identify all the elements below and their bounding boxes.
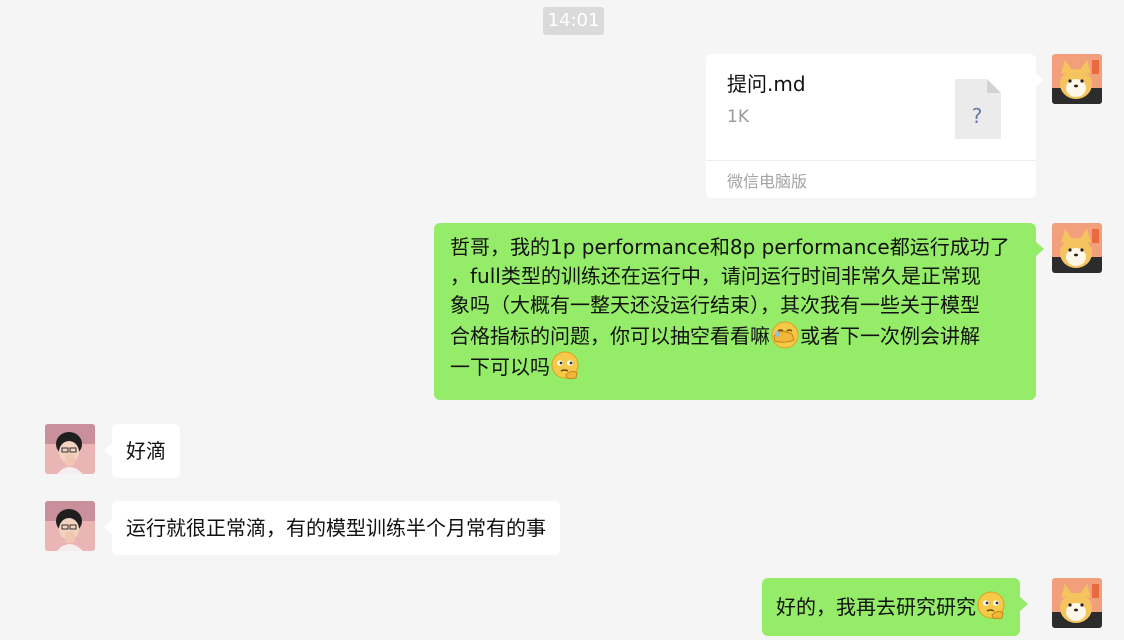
- message-text-line: 一下可以吗: [450, 351, 1022, 382]
- sent-message-bubble[interactable]: 哲哥，我的1p performance和8p performance都运行成功了…: [434, 223, 1044, 400]
- file-divider: [706, 160, 1036, 161]
- message-text-segment: 或者下一次例会讲解: [800, 324, 980, 348]
- svg-text:?: ?: [972, 104, 983, 128]
- time-divider: 14:01: [543, 7, 604, 35]
- file-source-label: 微信电脑版: [727, 172, 808, 191]
- my-avatar[interactable]: [1052, 578, 1102, 628]
- message-text: 好的，我再去研究研究: [776, 595, 976, 619]
- file-message[interactable]: 提问.md 1K ? 微信电脑版: [706, 54, 1044, 198]
- file-size: 1K: [727, 107, 749, 127]
- message-text-segment: 合格指标的问题，你可以抽空看看嘛: [450, 324, 770, 348]
- thinking-emoji: [550, 351, 580, 381]
- message-text-line: ，full类型的训练还在运行中，请问运行时间非常久是正常现: [450, 264, 981, 288]
- my-avatar[interactable]: [1052, 54, 1102, 104]
- message-text: 运行就很正常滴，有的模型训练半个月常有的事: [126, 516, 546, 540]
- message-text-segment: 一下可以吗: [450, 355, 550, 379]
- message-text: 好滴: [126, 439, 166, 463]
- message-text-line: 象吗（大概有一整天还没运行结束），其次我有一些关于模型: [450, 293, 980, 317]
- contact-avatar[interactable]: [45, 424, 95, 474]
- message-text-line: 哲哥，我的1p performance和8p performance都运行成功了: [450, 235, 1010, 259]
- my-avatar[interactable]: [1052, 223, 1102, 273]
- thinking-emoji: [976, 591, 1006, 621]
- received-message-bubble[interactable]: 好滴: [104, 424, 180, 478]
- unknown-file-icon: ?: [955, 79, 1001, 139]
- facepalm-emoji: [770, 320, 800, 350]
- sent-message-bubble[interactable]: 好的，我再去研究研究: [762, 578, 1028, 636]
- file-name: 提问.md: [727, 72, 806, 96]
- message-text-line: 合格指标的问题，你可以抽空看看嘛 或者下一次例会讲解: [450, 320, 1022, 351]
- contact-avatar[interactable]: [45, 501, 95, 551]
- received-message-bubble[interactable]: 运行就很正常滴，有的模型训练半个月常有的事: [104, 501, 560, 555]
- chat-window: 14:01 提问.md 1K ? 微信电脑版 哲哥，我的1p performan…: [0, 0, 1124, 640]
